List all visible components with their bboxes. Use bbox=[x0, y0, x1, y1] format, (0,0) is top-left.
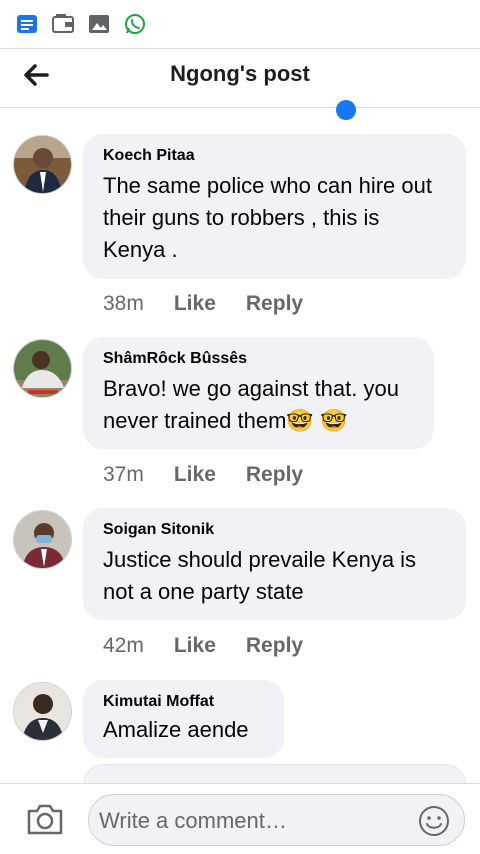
comment-actions: 42m Like Reply bbox=[103, 634, 303, 658]
comment-text: Justice should prevaile Kenya is not a o… bbox=[103, 547, 417, 604]
comment-bubble[interactable] bbox=[83, 764, 466, 784]
comment-input-placeholder: Write a comment… bbox=[99, 808, 287, 833]
comment-time: 42m bbox=[103, 634, 144, 657]
app-bar: Ngong's post bbox=[0, 48, 480, 108]
comment-author[interactable]: Soigan Sitonik bbox=[103, 520, 446, 540]
reply-button[interactable]: Reply bbox=[246, 463, 303, 487]
avatar[interactable] bbox=[13, 135, 72, 194]
avatar[interactable] bbox=[13, 682, 72, 741]
comment-author[interactable]: ShâmRôck Bûssês bbox=[103, 349, 414, 369]
comment-author[interactable]: Kimutai Moffat bbox=[103, 692, 264, 712]
comment-text: Amalize aende bbox=[103, 717, 249, 742]
reply-button[interactable]: Reply bbox=[246, 634, 303, 658]
comment-actions: 38m Like Reply bbox=[103, 292, 303, 316]
comment-list[interactable]: Koech Pitaa The same police who can hire… bbox=[0, 108, 480, 784]
like-button[interactable]: Like bbox=[174, 292, 216, 316]
comment-text: The same police who can hire out their g… bbox=[103, 173, 432, 262]
comment-bubble[interactable]: Koech Pitaa The same police who can hire… bbox=[83, 134, 466, 279]
reply-button[interactable]: Reply bbox=[246, 292, 303, 316]
message-app-icon bbox=[16, 13, 38, 35]
like-button[interactable]: Like bbox=[174, 463, 216, 487]
like-button[interactable]: Like bbox=[174, 634, 216, 658]
comment-actions: 37m Like Reply bbox=[103, 463, 303, 487]
status-bar bbox=[0, 0, 480, 48]
camera-icon[interactable] bbox=[26, 802, 64, 836]
whatsapp-icon bbox=[124, 13, 146, 35]
emoji-icon[interactable] bbox=[418, 805, 450, 837]
comment-time: 37m bbox=[103, 463, 144, 486]
comment-bubble[interactable]: Kimutai Moffat Amalize aende bbox=[83, 680, 284, 758]
comment-composer: Write a comment… bbox=[0, 783, 480, 854]
comment-author[interactable]: Koech Pitaa bbox=[103, 146, 446, 166]
comment-bubble[interactable]: ShâmRôck Bûssês Bravo! we go against tha… bbox=[83, 337, 434, 449]
gallery-icon bbox=[88, 13, 110, 35]
comment-bubble[interactable]: Soigan Sitonik Justice should prevaile K… bbox=[83, 508, 466, 620]
comment-text: Bravo! we go against that. you never tra… bbox=[103, 376, 399, 433]
comment-time: 38m bbox=[103, 292, 144, 315]
wallet-icon bbox=[52, 13, 74, 35]
avatar[interactable] bbox=[13, 339, 72, 398]
page-title: Ngong's post bbox=[170, 61, 310, 86]
avatar[interactable] bbox=[13, 510, 72, 569]
comment-input[interactable]: Write a comment… bbox=[88, 794, 465, 846]
